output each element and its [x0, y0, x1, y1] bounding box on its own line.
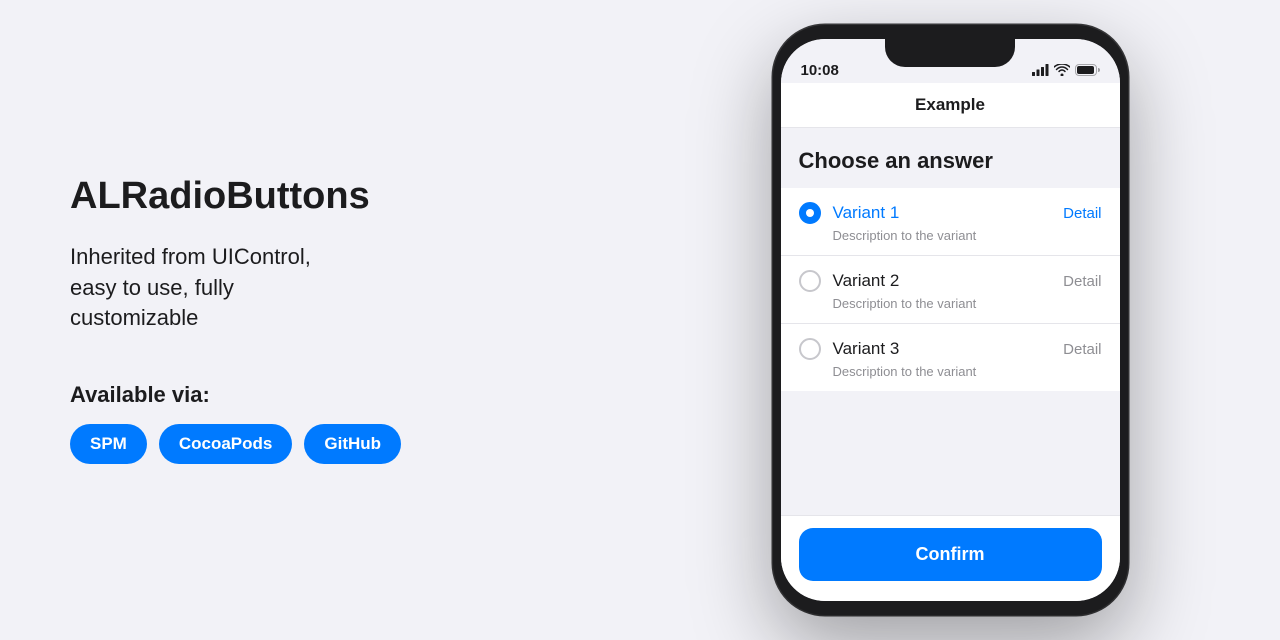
radio-row-3: Variant 3 Detail	[799, 338, 1102, 360]
phone-mockup: 10:08	[773, 25, 1128, 615]
phone-screen: 10:08	[781, 39, 1120, 601]
radio-description-2: Description to the variant	[799, 296, 1102, 311]
spm-badge[interactable]: SPM	[70, 424, 147, 464]
radio-left-2: Variant 2	[799, 270, 900, 292]
radio-circle-3	[799, 338, 821, 360]
radio-detail-3[interactable]: Detail	[1063, 341, 1101, 358]
radio-label-2: Variant 2	[833, 271, 900, 291]
radio-detail-1[interactable]: Detail	[1063, 205, 1101, 222]
cocoapods-badge[interactable]: CocoaPods	[159, 424, 293, 464]
question-title: Choose an answer	[799, 148, 1102, 174]
right-panel: 10:08	[620, 0, 1280, 640]
nav-title: Example	[915, 95, 985, 115]
phone-notch	[885, 39, 1015, 67]
nav-bar: Example	[781, 83, 1120, 128]
signal-icon	[1032, 64, 1049, 79]
radio-row-1: Variant 1 Detail	[799, 202, 1102, 224]
app-title: ALRadioButtons	[70, 176, 550, 218]
radio-left-1: Variant 1	[799, 202, 900, 224]
wifi-icon	[1054, 64, 1070, 79]
radio-item-3[interactable]: Variant 3 Detail Description to the vari…	[781, 324, 1120, 391]
question-header: Choose an answer	[781, 128, 1120, 188]
left-panel: ALRadioButtons Inherited from UIControl,…	[0, 0, 620, 640]
radio-circle-1	[799, 202, 821, 224]
status-time: 10:08	[801, 62, 839, 79]
spacer	[781, 391, 1120, 515]
radio-label-3: Variant 3	[833, 339, 900, 359]
radio-description-3: Description to the variant	[799, 364, 1102, 379]
radio-item-2[interactable]: Variant 2 Detail Description to the vari…	[781, 256, 1120, 324]
status-icons	[1032, 64, 1100, 79]
bottom-area: Confirm	[781, 515, 1120, 601]
confirm-button[interactable]: Confirm	[799, 528, 1102, 581]
radio-left-3: Variant 3	[799, 338, 900, 360]
battery-icon	[1075, 64, 1100, 79]
badges-container: SPM CocoaPods GitHub	[70, 424, 550, 464]
radio-list: Variant 1 Detail Description to the vari…	[781, 188, 1120, 391]
radio-item-1[interactable]: Variant 1 Detail Description to the vari…	[781, 188, 1120, 256]
screen-content: Choose an answer Variant 1 Detail Descri…	[781, 128, 1120, 601]
radio-description-1: Description to the variant	[799, 228, 1102, 243]
app-description: Inherited from UIControl,easy to use, fu…	[70, 242, 550, 334]
github-badge[interactable]: GitHub	[304, 424, 401, 464]
radio-detail-2[interactable]: Detail	[1063, 273, 1101, 290]
radio-row-2: Variant 2 Detail	[799, 270, 1102, 292]
radio-circle-2	[799, 270, 821, 292]
radio-label-1: Variant 1	[833, 203, 900, 223]
available-via-label: Available via:	[70, 382, 550, 408]
